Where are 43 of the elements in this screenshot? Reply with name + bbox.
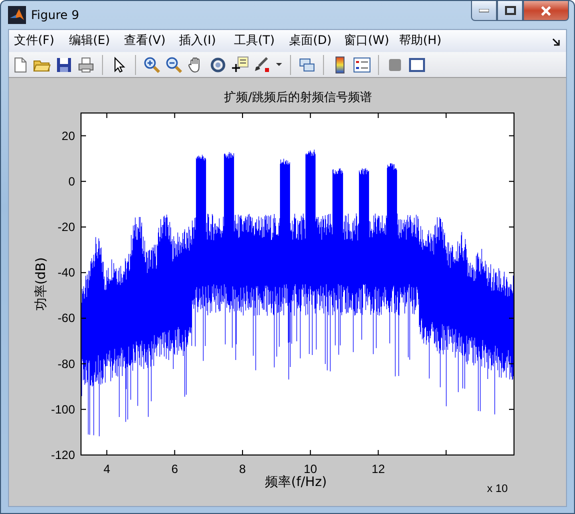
window-title: Figure 9: [31, 8, 80, 22]
minimize-button[interactable]: [471, 1, 497, 21]
printer-icon[interactable]: [77, 56, 95, 74]
menu-item[interactable]: 帮助(H): [399, 32, 454, 50]
y-tick-label: -20: [58, 220, 75, 234]
legend-icon[interactable]: [353, 56, 371, 74]
menu-item[interactable]: 桌面(D): [289, 32, 344, 50]
y-tick-label: -60: [58, 311, 75, 326]
close-icon: [540, 6, 552, 16]
y-tick-label: -40: [58, 266, 75, 280]
menu-item[interactable]: 文件(F): [14, 32, 69, 50]
x-tick-label: 12: [372, 462, 385, 476]
link-icon[interactable]: [298, 56, 316, 74]
plot-title: 扩频/跳频后的射频信号频谱: [224, 90, 372, 104]
zoom-out-icon[interactable]: [165, 56, 183, 74]
y-tick-label: -120: [50, 448, 75, 462]
y-tick-label: -100: [50, 402, 75, 416]
brush-icon[interactable]: [253, 56, 271, 74]
save-icon[interactable]: [55, 56, 73, 74]
y-tick-label: 0: [68, 174, 75, 188]
y-axis-label: 功率(dB): [34, 257, 49, 311]
x-tick-label: 6: [171, 462, 178, 476]
minimize-icon: [479, 8, 489, 12]
menu-item[interactable]: 编辑(E): [69, 32, 124, 50]
y-tick-label: 20: [62, 128, 75, 143]
menu-item[interactable]: 工具(T): [234, 32, 289, 50]
x-axis-label: 频率(f/Hz): [265, 475, 327, 490]
menu-item[interactable]: 插入(I): [179, 32, 234, 50]
maximize-button[interactable]: [497, 1, 523, 21]
zoom-in-icon[interactable]: [143, 56, 161, 74]
x-exponent-label: x 10: [487, 483, 508, 495]
x-tick-label: 10: [304, 462, 318, 476]
menu-item[interactable]: 查看(V): [124, 32, 179, 50]
menu-item[interactable]: 窗口(W): [344, 32, 399, 50]
window-icon[interactable]: [408, 56, 426, 74]
close-button[interactable]: [523, 1, 569, 21]
dock-arrow-icon[interactable]: [552, 38, 560, 46]
x-tick-label: 8: [239, 462, 246, 476]
x-tick-label: 4: [103, 462, 110, 476]
y-tick-label: -80: [58, 356, 75, 371]
app-logo-icon: [8, 6, 26, 24]
maximize-icon: [504, 6, 516, 15]
data-cursor-icon[interactable]: [231, 56, 249, 74]
